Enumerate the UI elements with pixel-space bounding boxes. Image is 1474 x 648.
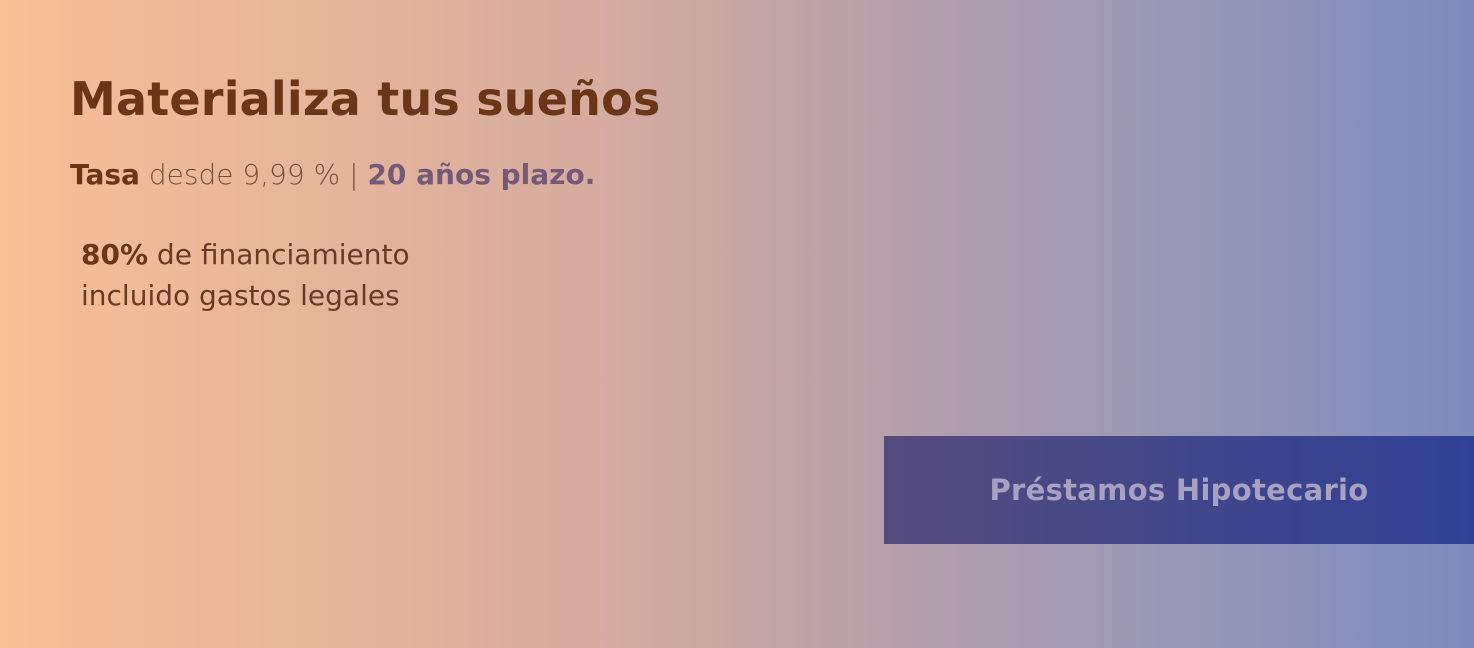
financing-line-2: incluido gastos legales	[81, 279, 400, 312]
financing-line-1-rest: de financiamiento	[148, 238, 410, 271]
mortgage-promo-banner: Materializa tus sueños Tasa desde 9,99 %…	[0, 0, 1474, 648]
rate-line: Tasa desde 9,99 % | 20 años plazo.	[70, 158, 595, 191]
financing-percent: 80%	[81, 238, 149, 271]
rate-text: desde 9,99 % |	[139, 158, 368, 191]
financing-text: 80% de financiamiento incluido gastos le…	[81, 234, 410, 316]
mortgage-loans-button[interactable]: Préstamos Hipotecario	[884, 436, 1474, 544]
mortgage-loans-button-label: Préstamos Hipotecario	[989, 473, 1369, 507]
rate-label: Tasa	[70, 158, 140, 191]
financing-line-1: 80% de financiamiento	[81, 234, 410, 275]
term-text: 20 años plazo.	[367, 158, 596, 191]
headline: Materializa tus sueños	[70, 72, 661, 126]
